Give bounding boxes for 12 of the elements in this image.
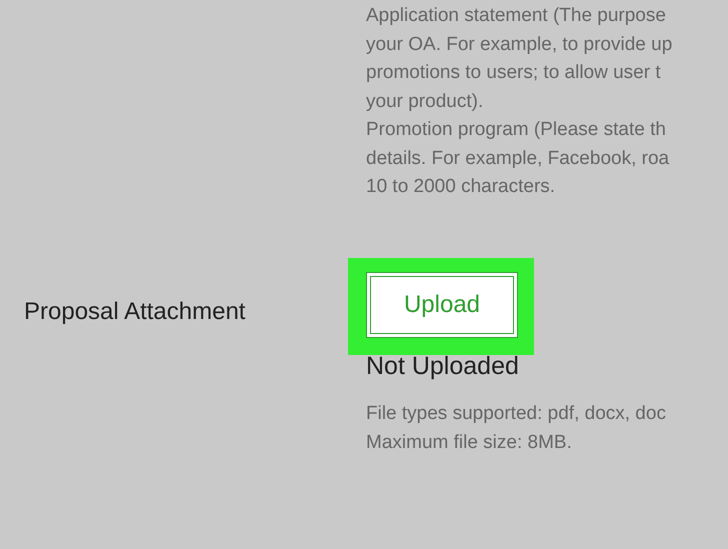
- description-text: your OA. For example, to provide up: [366, 32, 674, 56]
- upload-button[interactable]: Upload: [366, 272, 518, 338]
- field-label: Proposal Attachment: [24, 298, 246, 324]
- description-text: Application statement (The purpose: [366, 4, 667, 28]
- upload-status: Not Uploaded: [365, 350, 520, 380]
- description-text: details. For example, Facebook, roa: [366, 146, 670, 170]
- description-text: 10 to 2000 characters.: [366, 175, 556, 199]
- hint-text: Maximum file size: 8MB.: [366, 430, 573, 454]
- hint-text: File types supported: pdf, docx, doc: [366, 402, 666, 426]
- description-text: promotions to users; to allow user t: [366, 61, 662, 85]
- description-text: your product).: [366, 90, 484, 114]
- description-text: Promotion program (Please state th: [366, 118, 667, 142]
